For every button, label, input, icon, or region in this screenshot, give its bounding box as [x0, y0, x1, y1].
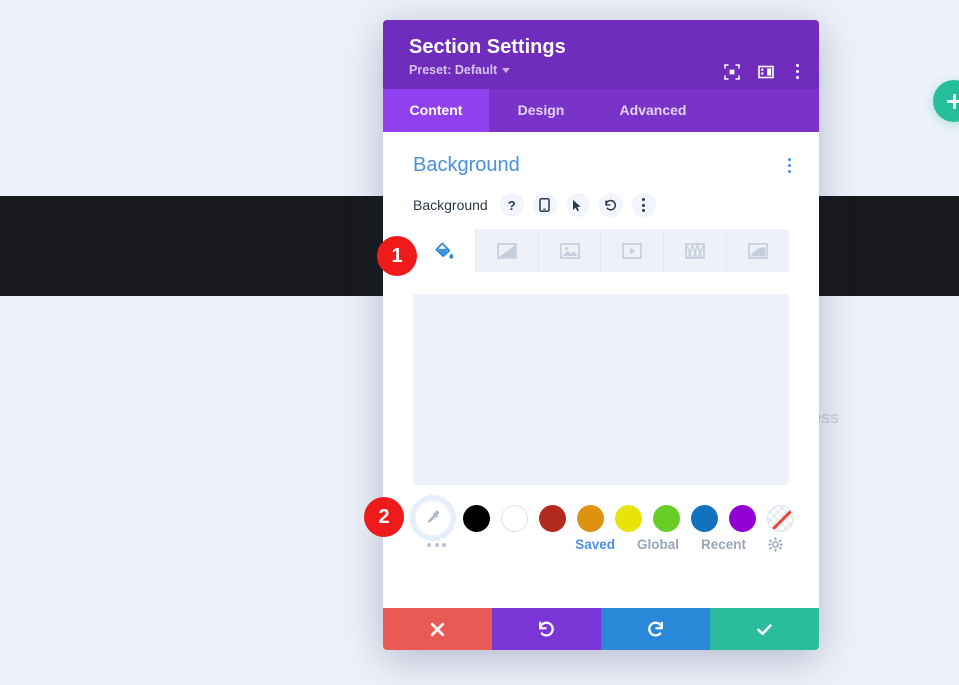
page-title: Section Settings: [409, 36, 566, 58]
save-button[interactable]: [710, 608, 819, 650]
background-field-row: Background ?: [383, 177, 819, 217]
background-field-label: Background: [413, 197, 488, 213]
background-image-tab[interactable]: [539, 229, 602, 272]
palette-tab-row: Saved Global Recent: [383, 533, 819, 552]
hover-cursor-icon[interactable]: [565, 193, 590, 217]
color-swatch-row: [383, 485, 819, 537]
swatch-green[interactable]: [653, 504, 680, 532]
swatch-transparent[interactable]: [767, 504, 794, 532]
close-icon: [430, 622, 445, 636]
swatch-black[interactable]: [463, 504, 490, 532]
section-settings-modal: Section Settings Preset: Default Content…: [383, 20, 819, 650]
field-more-vertical-icon[interactable]: [631, 193, 656, 217]
paint-bucket-icon: [435, 242, 454, 259]
gear-icon[interactable]: [768, 537, 783, 552]
chevron-down-icon: [502, 67, 511, 73]
palette-tab-recent[interactable]: Recent: [701, 537, 746, 552]
mask-icon: [748, 242, 768, 259]
focus-frame-icon[interactable]: [724, 63, 740, 80]
callout-badge-1: 1: [377, 236, 417, 276]
preset-selector[interactable]: Preset: Default: [409, 63, 511, 77]
eyedropper-button[interactable]: [414, 499, 452, 537]
plus-icon: [946, 93, 959, 109]
header-icon-group: [724, 60, 803, 83]
panel-layout-icon[interactable]: [758, 64, 774, 80]
callout-badge-2: 2: [364, 497, 404, 537]
background-video-tab[interactable]: [601, 229, 665, 272]
video-icon: [622, 242, 643, 259]
modal-body: Background Background ? Saved Global Rec…: [383, 132, 819, 608]
swatch-blue[interactable]: [691, 504, 718, 532]
eyedropper-icon: [427, 510, 439, 523]
image-icon: [559, 242, 580, 259]
check-icon: [757, 623, 772, 635]
modal-footer: [383, 608, 819, 650]
cancel-button[interactable]: [383, 608, 492, 650]
reset-undo-icon[interactable]: [598, 193, 623, 217]
swatch-orange[interactable]: [577, 504, 604, 532]
background-mask-tab[interactable]: [727, 229, 789, 272]
palette-tab-global[interactable]: Global: [637, 537, 679, 552]
color-preview-panel[interactable]: [413, 294, 789, 485]
background-gradient-tab[interactable]: [476, 229, 539, 272]
section-more-vertical-icon[interactable]: [784, 154, 795, 177]
section-title: Background: [413, 154, 520, 176]
preset-label: Preset: Default: [409, 63, 498, 77]
swatch-yellow[interactable]: [615, 504, 642, 532]
tab-advanced[interactable]: Advanced: [593, 89, 713, 132]
tab-design[interactable]: Design: [489, 89, 593, 132]
modal-header: Section Settings Preset: Default: [383, 20, 819, 89]
gradient-icon: [496, 242, 517, 259]
help-icon[interactable]: ?: [499, 193, 524, 217]
undo-icon: [539, 621, 554, 637]
background-pattern-tab[interactable]: [664, 229, 728, 272]
undo-button[interactable]: [492, 608, 601, 650]
swatch-purple[interactable]: [729, 504, 756, 532]
tab-content[interactable]: Content: [383, 89, 489, 132]
background-color-tab[interactable]: [413, 229, 476, 272]
swatch-white[interactable]: [501, 504, 528, 532]
background-type-tabs: [413, 229, 789, 272]
more-vertical-icon[interactable]: [792, 60, 803, 83]
add-section-button[interactable]: [933, 80, 959, 122]
redo-icon: [648, 621, 663, 637]
modal-tab-bar: Content Design Advanced: [383, 89, 819, 132]
swatch-dark-red[interactable]: [539, 504, 566, 532]
responsive-mobile-icon[interactable]: [532, 193, 557, 217]
background-section-header: Background: [383, 132, 819, 177]
palette-tab-saved[interactable]: Saved: [575, 537, 615, 552]
pattern-icon: [685, 242, 706, 259]
redo-button[interactable]: [601, 608, 710, 650]
